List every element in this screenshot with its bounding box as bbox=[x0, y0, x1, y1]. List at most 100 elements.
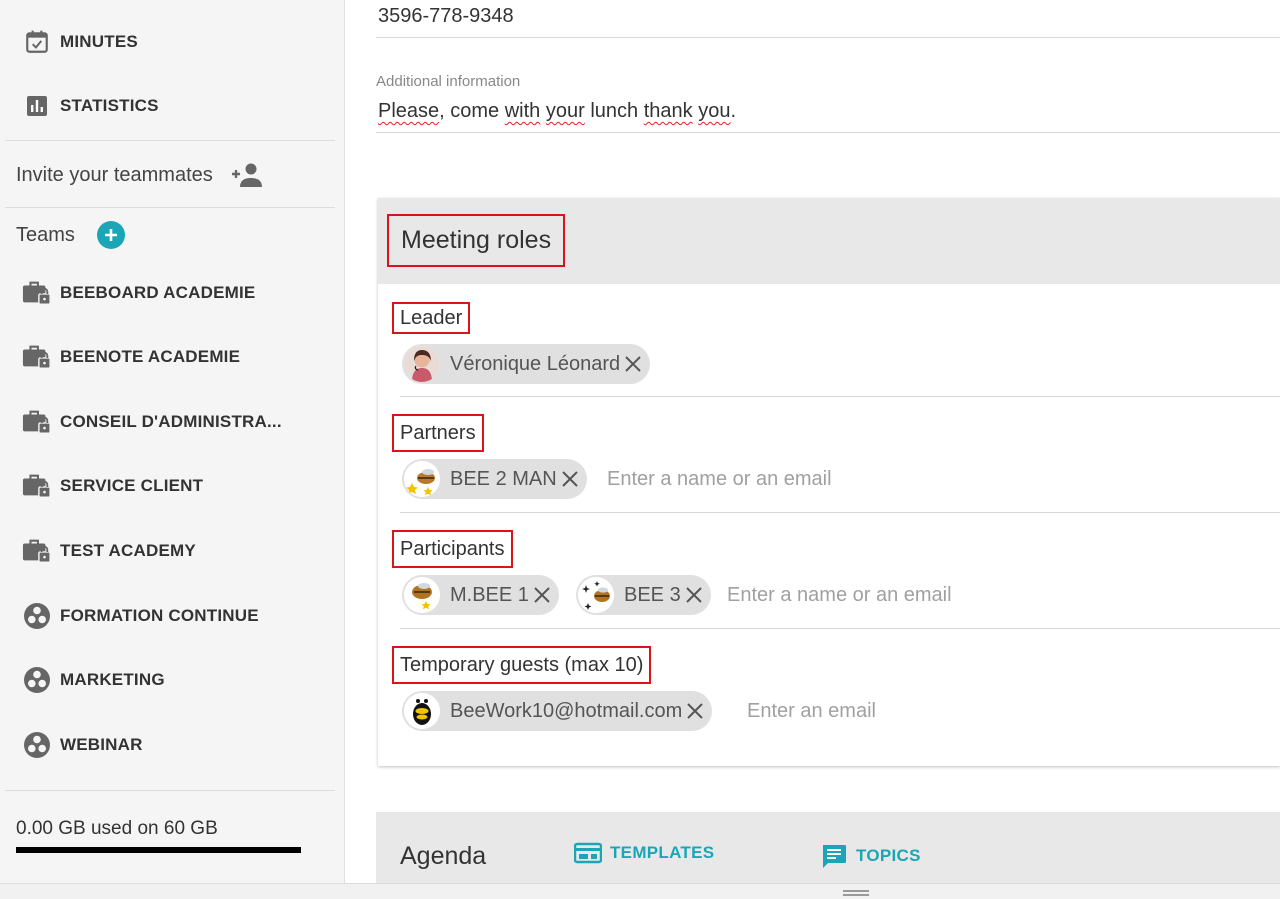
participant-chip[interactable]: M.BEE 1 bbox=[402, 575, 559, 615]
team-item-formation-continue[interactable]: FORMATION CONTINUE bbox=[24, 600, 259, 632]
meeting-roles-card: Meeting roles Leader Véronique Léonard P… bbox=[378, 198, 1280, 766]
team-item-service-client[interactable]: SERVICE CLIENT bbox=[22, 470, 204, 502]
text-fragment: your bbox=[545, 100, 585, 122]
additional-info-label: Additional information bbox=[376, 73, 521, 90]
avatar bbox=[578, 577, 614, 613]
additional-info-field[interactable]: Please, come with your lunch thank you. bbox=[378, 100, 736, 123]
avatar bbox=[404, 346, 440, 382]
text-fragment: lunch bbox=[584, 100, 644, 122]
invite-teammates-button[interactable]: Invite your teammates bbox=[16, 160, 263, 190]
locked-briefcase-icon bbox=[22, 407, 52, 437]
templates-label: TEMPLATES bbox=[610, 843, 715, 862]
resize-handle[interactable] bbox=[843, 890, 869, 896]
remove-chip-icon[interactable] bbox=[683, 584, 705, 606]
text-fragment: Please bbox=[378, 100, 440, 122]
nav-item-statistics[interactable]: STATISTICS bbox=[24, 90, 159, 122]
field-underline bbox=[400, 396, 1280, 397]
chip-label: M.BEE 1 bbox=[450, 583, 529, 606]
chip-label: BeeWork10@hotmail.com bbox=[450, 699, 683, 722]
sidebar: MINUTES STATISTICS Invite your teammates… bbox=[0, 0, 345, 883]
main-content: 3596-778-9348 Additional information Ple… bbox=[346, 0, 1280, 883]
leader-chip[interactable]: Véronique Léonard bbox=[402, 344, 651, 384]
workspaces-icon bbox=[22, 665, 52, 695]
text-fragment: . bbox=[730, 100, 737, 122]
avatar bbox=[404, 577, 440, 613]
text-fragment: , come bbox=[439, 100, 505, 122]
topics-label: TOPICS bbox=[856, 846, 921, 865]
templates-icon bbox=[574, 842, 602, 864]
team-item-beenote-academie[interactable]: BEENOTE ACADEMIE bbox=[22, 341, 241, 373]
topics-button[interactable]: TOPICS bbox=[820, 842, 921, 870]
plus-icon bbox=[104, 229, 117, 241]
team-label: MARKETING bbox=[60, 670, 165, 689]
topics-icon bbox=[820, 842, 848, 870]
nav-item-minutes[interactable]: MINUTES bbox=[24, 26, 138, 58]
guest-chip[interactable]: BeeWork10@hotmail.com bbox=[402, 691, 713, 731]
avatar bbox=[404, 693, 440, 729]
teams-header: Teams bbox=[16, 220, 125, 250]
team-item-beeboard-academie[interactable]: BEEBOARD ACADEMIE bbox=[22, 277, 256, 309]
chip-label: BEE 2 MAN bbox=[450, 467, 557, 490]
text-fragment: you bbox=[698, 100, 731, 122]
team-label: WEBINAR bbox=[60, 735, 143, 754]
field-underline bbox=[376, 132, 1280, 133]
team-item-webinar[interactable]: WEBINAR bbox=[24, 729, 143, 761]
text-fragment: with bbox=[504, 100, 541, 122]
templates-button[interactable]: TEMPLATES bbox=[574, 842, 714, 864]
remove-chip-icon[interactable] bbox=[559, 468, 581, 490]
partners-search-input[interactable] bbox=[607, 464, 927, 494]
sidebar-divider bbox=[5, 790, 335, 791]
sidebar-divider bbox=[5, 207, 335, 208]
workspaces-icon bbox=[22, 601, 52, 631]
calendar-check-icon bbox=[22, 27, 52, 57]
remove-chip-icon[interactable] bbox=[684, 700, 706, 722]
bar-chart-icon bbox=[22, 91, 52, 121]
phone-field-value[interactable]: 3596-778-9348 bbox=[378, 5, 514, 28]
locked-briefcase-icon bbox=[22, 536, 52, 566]
field-underline bbox=[376, 37, 1280, 38]
storage-usage-text: 0.00 GB used on 60 GB bbox=[16, 818, 218, 839]
bottom-resize-strip bbox=[0, 883, 1280, 899]
locked-briefcase-icon bbox=[22, 278, 52, 308]
team-label: FORMATION CONTINUE bbox=[60, 606, 259, 625]
meeting-roles-header: Meeting roles bbox=[378, 198, 1280, 284]
meeting-roles-title: Meeting roles bbox=[387, 214, 566, 267]
locked-briefcase-icon bbox=[22, 342, 52, 372]
chip-label: BEE 3 bbox=[624, 583, 681, 606]
avatar bbox=[404, 461, 440, 497]
team-label: CONSEIL D'ADMINISTRA... bbox=[60, 412, 282, 431]
partner-chip[interactable]: BEE 2 MAN bbox=[402, 459, 587, 499]
team-label: TEST ACADEMY bbox=[60, 541, 196, 560]
team-label: SERVICE CLIENT bbox=[60, 476, 204, 495]
temporary-guests-label: Temporary guests (max 10) bbox=[392, 646, 652, 684]
person-add-icon bbox=[231, 162, 263, 188]
guests-email-input[interactable] bbox=[747, 696, 1067, 726]
agenda-title: Agenda bbox=[400, 842, 487, 870]
chip-label: Véronique Léonard bbox=[450, 352, 621, 375]
invite-label: Invite your teammates bbox=[16, 163, 213, 186]
text-fragment: thank bbox=[643, 100, 693, 122]
sidebar-divider bbox=[5, 140, 335, 141]
participants-search-input[interactable] bbox=[727, 580, 1047, 610]
nav-label: MINUTES bbox=[60, 32, 138, 51]
add-team-button[interactable] bbox=[96, 221, 125, 249]
field-underline bbox=[400, 512, 1280, 513]
team-item-marketing[interactable]: MARKETING bbox=[24, 664, 165, 696]
field-underline bbox=[400, 628, 1280, 629]
locked-briefcase-icon bbox=[22, 471, 52, 501]
nav-label: STATISTICS bbox=[60, 96, 159, 115]
partners-label: Partners bbox=[392, 414, 484, 452]
agenda-header: Agenda TEMPLATES TOPICS bbox=[376, 812, 1280, 883]
teams-label: Teams bbox=[16, 223, 75, 246]
participants-label: Participants bbox=[392, 530, 513, 568]
team-label: BEEBOARD ACADEMIE bbox=[60, 283, 256, 302]
team-item-test-academy[interactable]: TEST ACADEMY bbox=[22, 535, 196, 567]
workspaces-icon bbox=[22, 730, 52, 760]
storage-usage-bar bbox=[16, 847, 301, 853]
participant-chip[interactable]: BEE 3 bbox=[576, 575, 711, 615]
team-item-conseil-administration[interactable]: CONSEIL D'ADMINISTRA... bbox=[22, 406, 282, 438]
team-label: BEENOTE ACADEMIE bbox=[60, 347, 241, 366]
remove-chip-icon[interactable] bbox=[531, 584, 553, 606]
leader-label: Leader bbox=[392, 302, 471, 334]
remove-chip-icon[interactable] bbox=[622, 353, 644, 375]
